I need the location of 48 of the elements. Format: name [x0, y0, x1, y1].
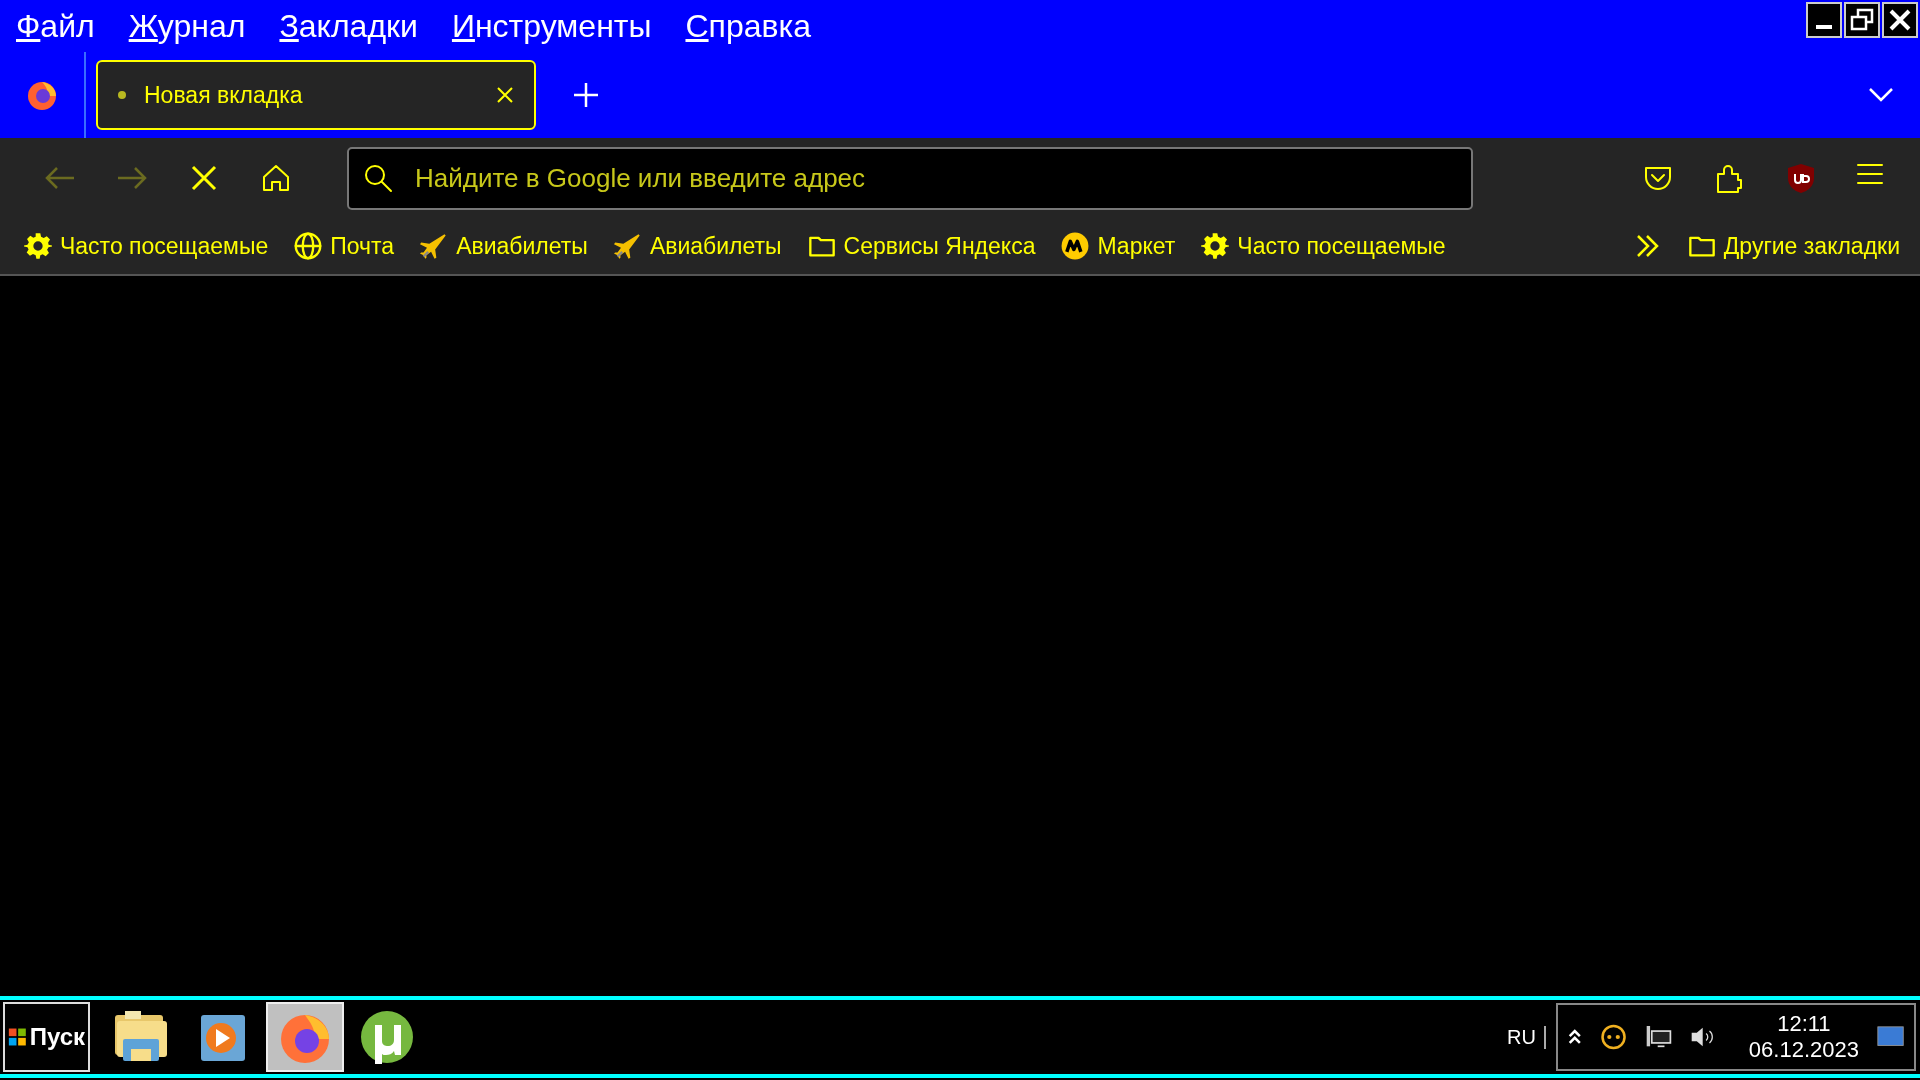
bookmark-label: Почта [330, 232, 395, 260]
menu-item[interactable]: Справка [685, 7, 811, 45]
shield-icon[interactable] [1786, 162, 1816, 194]
forward-arrow-icon[interactable] [116, 166, 148, 190]
minimize-button[interactable] [1806, 2, 1842, 38]
bookmark-item[interactable]: Другие закладки [1687, 232, 1900, 260]
bookmark-label: Авиабилеты [456, 232, 588, 260]
restore-button[interactable] [1844, 2, 1880, 38]
menu-icon[interactable] [1856, 162, 1884, 186]
airplane-icon [420, 232, 449, 260]
language-indicator[interactable]: RU [1507, 1025, 1546, 1049]
search-icon [363, 163, 393, 193]
menu-item[interactable]: Закладки [279, 7, 418, 45]
start-button[interactable]: Пуск [3, 1002, 90, 1072]
close-button[interactable] [1882, 2, 1918, 38]
market-logo-icon [1061, 232, 1090, 260]
close-icon[interactable] [496, 86, 514, 104]
bookmark-item[interactable]: Маркет [1061, 232, 1176, 260]
back-arrow-icon[interactable] [44, 166, 76, 190]
gear-icon [24, 232, 52, 260]
airplane-icon [613, 232, 642, 260]
bookmark-label: Сервисы Яндекса [843, 232, 1036, 260]
plus-icon[interactable] [572, 81, 600, 109]
menu-item[interactable]: Файл [16, 7, 95, 45]
clock-time[interactable]: 12:11 [1777, 1011, 1831, 1037]
restore-icon [1850, 8, 1874, 32]
bookmark-label: Авиабилеты [649, 232, 782, 260]
globe-icon [294, 232, 323, 260]
bookmark-item[interactable]: Авиабилеты [613, 232, 782, 260]
windows-logo-icon [8, 1026, 27, 1048]
close-icon [1888, 8, 1912, 32]
bookmark-label: Маркет [1097, 232, 1176, 260]
bookmark-item[interactable]: Почта [294, 232, 395, 260]
menu-item[interactable]: Инструменты [451, 7, 652, 45]
address-bar[interactable]: Найдите в Google или введите адрес [347, 146, 1473, 210]
chevron-down-icon[interactable] [1868, 87, 1894, 103]
home-icon[interactable] [260, 162, 292, 194]
gear-icon [1201, 232, 1230, 260]
browser-tab[interactable]: Новая вкладка [96, 60, 536, 130]
stop-icon[interactable] [190, 164, 218, 192]
menu-item[interactable]: Журнал [128, 7, 246, 45]
status-dot [118, 91, 126, 99]
clock-date[interactable]: 06.12.2023 [1748, 1037, 1859, 1063]
bookmark-label: Другие закладки [1723, 232, 1900, 260]
minimize-icon [1816, 25, 1832, 29]
bookmark-item[interactable]: Сервисы Яндекса [807, 232, 1036, 260]
browser-logo-icon[interactable] [26, 79, 58, 111]
bookmark-item[interactable]: Авиабилеты [420, 232, 588, 260]
